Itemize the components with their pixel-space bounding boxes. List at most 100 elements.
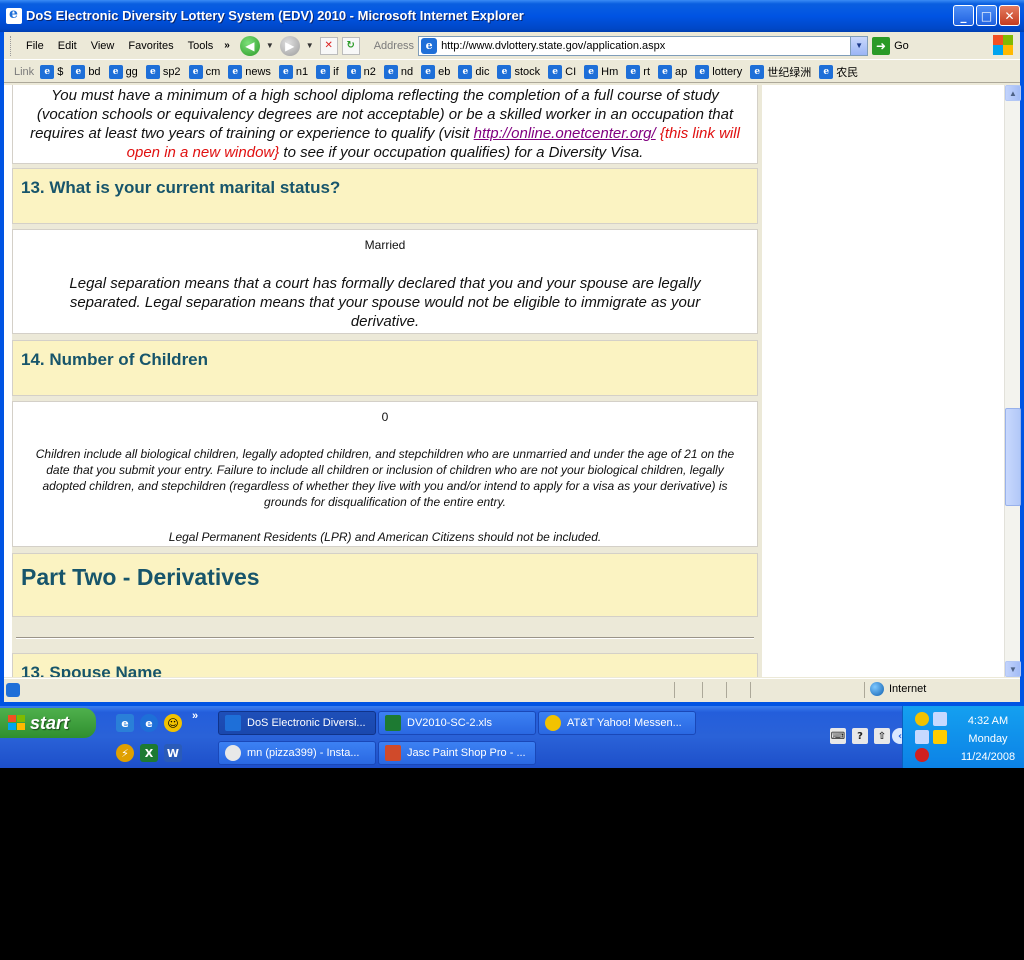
keyboard-icon[interactable]: ⌨: [830, 728, 846, 744]
link-item[interactable]: e n2: [346, 64, 376, 79]
link-item[interactable]: e eb: [421, 64, 450, 79]
clock[interactable]: 4:32 AM Monday 11/24/2008: [955, 712, 1021, 766]
status-page-icon: [6, 682, 20, 697]
network-tray-icon[interactable]: [933, 712, 947, 726]
windows-logo-icon: [992, 34, 1014, 56]
network2-tray-icon[interactable]: [915, 730, 929, 744]
link-item[interactable]: e bd: [71, 64, 101, 79]
link-item[interactable]: e if: [316, 64, 339, 79]
task-label: DoS Electronic Diversi...: [247, 717, 366, 729]
scroll-down-button[interactable]: ▼: [1005, 661, 1021, 677]
menu-bar: File Edit View Favorites Tools »: [4, 32, 234, 60]
back-button[interactable]: ◀: [239, 35, 260, 56]
show-desktop-icon[interactable]: e: [116, 714, 134, 732]
link-page-icon: e: [548, 64, 563, 79]
link-page-icon: e: [108, 64, 123, 79]
internet-explorer-icon[interactable]: e: [140, 714, 158, 732]
lpr-note: Legal Permanent Residents (LPR) and Amer…: [168, 530, 602, 544]
security-shield-icon[interactable]: [915, 748, 929, 762]
link-item[interactable]: e Hm: [584, 64, 619, 79]
section-divider: [16, 637, 754, 639]
link-page-icon: e: [278, 64, 293, 79]
maximize-button[interactable]: □: [976, 5, 997, 26]
task-ie-window[interactable]: DoS Electronic Diversi...: [218, 711, 376, 735]
link-item[interactable]: e lottery: [695, 64, 742, 79]
onetcenter-link[interactable]: http://online.onetcenter.org/: [474, 125, 656, 142]
task-excel[interactable]: DV2010-SC-2.xls: [378, 711, 536, 735]
link-item[interactable]: e 农民: [819, 64, 858, 80]
status-divider: [702, 682, 703, 698]
forward-dropdown-icon[interactable]: ▼: [306, 41, 314, 50]
word-icon[interactable]: W: [164, 744, 182, 762]
link-page-icon: e: [695, 64, 710, 79]
status-bar: Internet: [4, 678, 1020, 700]
links-label: Link: [14, 65, 35, 78]
education-note-box: You must have a minimum of a high school…: [12, 85, 758, 164]
title-bar[interactable]: DoS Electronic Diversity Lottery System …: [0, 0, 1024, 32]
go-button[interactable]: ➜ Go: [872, 36, 909, 55]
close-button[interactable]: ✕: [999, 5, 1020, 26]
start-button[interactable]: start: [0, 708, 96, 738]
toolbar-grip[interactable]: [10, 35, 13, 56]
help-icon[interactable]: ?: [852, 728, 868, 744]
warning-tray-icon[interactable]: [933, 730, 947, 744]
address-dropdown-icon[interactable]: ▼: [850, 36, 868, 55]
link-page-icon: e: [584, 64, 599, 79]
yahoo-messenger-icon[interactable]: ☺: [164, 714, 182, 732]
pin-icon[interactable]: ⇧: [874, 728, 890, 744]
link-item[interactable]: e CI: [548, 64, 576, 79]
link-item[interactable]: e gg: [108, 64, 138, 79]
task-label: mn (pizza399) - Insta...: [247, 747, 360, 759]
address-url[interactable]: http://www.dvlottery.state.gov/applicati…: [441, 40, 665, 52]
task-instant-message[interactable]: mn (pizza399) - Insta...: [218, 741, 376, 765]
scroll-thumb[interactable]: [1005, 408, 1021, 506]
link-label: 农民: [836, 66, 859, 79]
scroll-up-button[interactable]: ▲: [1005, 85, 1021, 101]
link-item[interactable]: e n1: [278, 64, 309, 79]
link-page-icon: e: [497, 64, 512, 79]
ie-window: DoS Electronic Diversity Lottery System …: [0, 0, 1024, 706]
link-page-icon: e: [658, 64, 673, 79]
security-zone[interactable]: Internet: [870, 682, 926, 696]
menu-view[interactable]: View: [84, 40, 122, 52]
page-viewport: You must have a minimum of a high school…: [4, 85, 1004, 677]
link-label: n1: [295, 65, 309, 78]
lightning-icon[interactable]: ⚡: [116, 744, 134, 762]
address-bar[interactable]: e http://www.dvlottery.state.gov/applica…: [418, 35, 869, 56]
link-label: Hm: [601, 65, 619, 78]
back-dropdown-icon[interactable]: ▼: [266, 41, 274, 50]
link-item[interactable]: e sp2: [145, 64, 181, 79]
link-label: nd: [400, 65, 414, 78]
quick-launch-overflow[interactable]: »: [192, 710, 198, 722]
status-divider: [750, 682, 751, 698]
task-yahoo-messenger[interactable]: AT&T Yahoo! Messen...: [538, 711, 696, 735]
link-item[interactable]: e ap: [658, 64, 687, 79]
menu-favorites[interactable]: Favorites: [121, 40, 180, 52]
menu-file[interactable]: File: [19, 40, 51, 52]
link-item[interactable]: e dic: [458, 64, 489, 79]
link-item[interactable]: e 世纪绿洲: [750, 64, 811, 80]
link-item[interactable]: e news: [228, 64, 271, 79]
excel-icon[interactable]: X: [140, 744, 158, 762]
menu-edit[interactable]: Edit: [51, 40, 84, 52]
stop-button[interactable]: ✕: [319, 36, 338, 55]
spouse-name-title: 13. Spouse Name: [21, 663, 162, 677]
form-column: You must have a minimum of a high school…: [12, 85, 762, 677]
task-paint-shop-pro[interactable]: Jasc Paint Shop Pro - ...: [378, 741, 536, 765]
excel-task-icon: [385, 715, 401, 731]
forward-button[interactable]: ▶: [279, 35, 300, 56]
link-item[interactable]: e stock: [497, 64, 540, 79]
minimize-button[interactable]: _: [953, 5, 974, 26]
ie-app-icon: [6, 6, 22, 24]
link-item[interactable]: e cm: [188, 64, 220, 79]
q13-panel: 13. What is your current marital status?: [12, 168, 758, 224]
link-item[interactable]: e $: [40, 64, 63, 79]
vertical-scrollbar[interactable]: ▲ ▼: [1004, 85, 1021, 677]
menu-tools[interactable]: Tools: [181, 40, 221, 52]
menu-overflow-chevron[interactable]: »: [220, 40, 234, 51]
link-item[interactable]: e nd: [383, 64, 414, 79]
link-item[interactable]: e rt: [626, 64, 650, 79]
clock-day: Monday: [968, 733, 1008, 745]
refresh-button[interactable]: ↻: [341, 36, 360, 55]
yahoo-tray-icon[interactable]: [915, 712, 929, 726]
